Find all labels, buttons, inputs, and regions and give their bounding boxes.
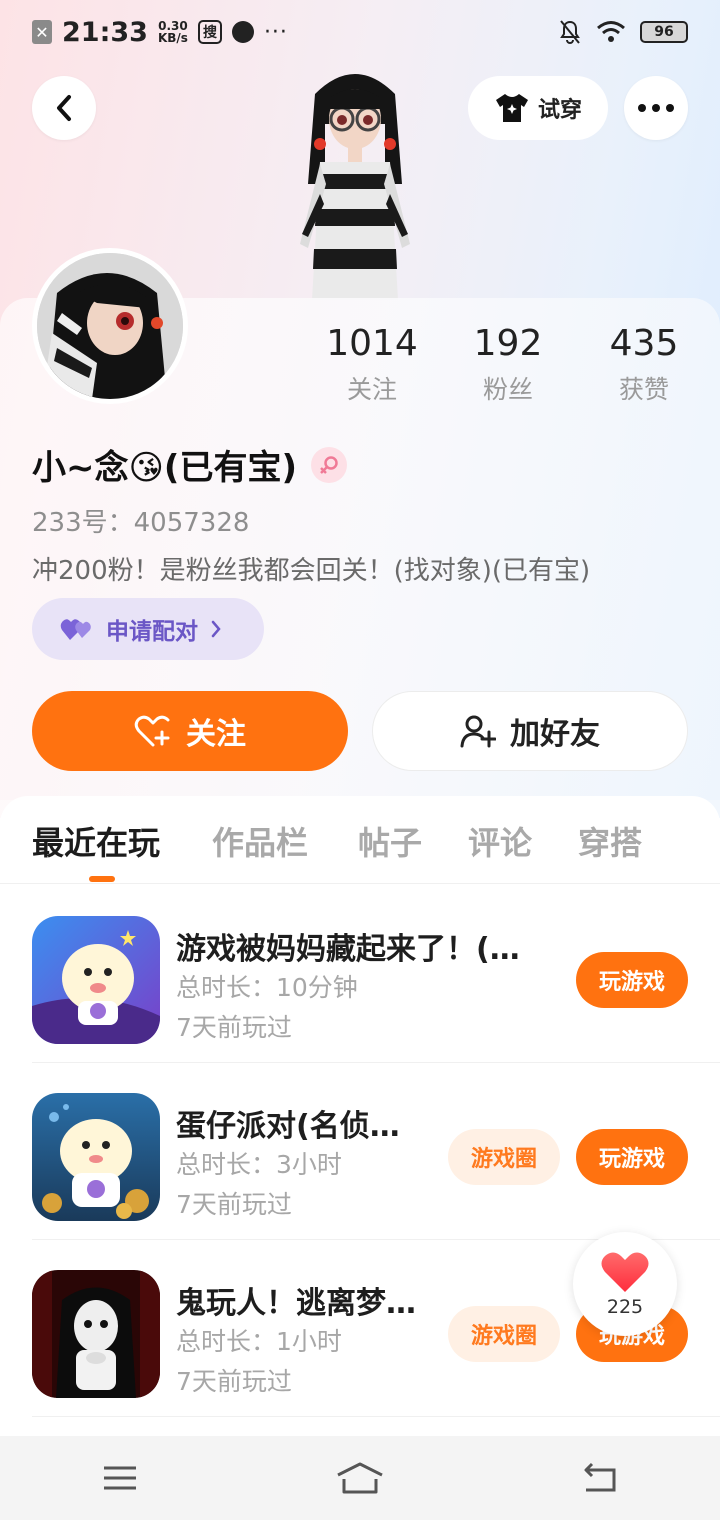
tshirt-icon (495, 94, 528, 122)
like-count: 225 (606, 1296, 644, 1318)
try-on-button[interactable]: 试穿 (468, 76, 608, 140)
divider (32, 1416, 720, 1417)
browser-app-icon (231, 21, 254, 43)
follow-label: 关注 (186, 717, 246, 752)
game-icon-3[interactable] (32, 1270, 160, 1398)
heart-icon (601, 1252, 649, 1292)
user-bio: 冲200粉！是粉丝我都会回关！(找对象)(已有宝) (32, 556, 591, 586)
content-panel: 最近在玩 作品栏 帖子 评论 穿搭 游戏被妈妈藏起来了！(… 总时长：10分钟 … (0, 796, 720, 1436)
stat-likes[interactable]: 435 获赞 (584, 322, 704, 406)
more-options-button[interactable] (624, 76, 688, 140)
status-bar: ✕ 21:33 0.30 KB/s 搜 ··· 96 (0, 0, 720, 64)
fans-label: 粉丝 (482, 375, 533, 404)
apply-pair-button[interactable]: 申请配对 (32, 598, 264, 660)
back-nav-button[interactable] (570, 1456, 630, 1500)
following-count: 1014 (326, 323, 418, 364)
active-tab-indicator (89, 876, 115, 882)
status-time: 21:33 (62, 16, 148, 48)
more-notifications-icon: ··· (263, 19, 288, 45)
list-item[interactable]: 蛋仔派对(名侦… 总时长：3小时 7天前玩过 游戏圈 玩游戏 (0, 1063, 720, 1240)
user-id: 233号：4057328 (32, 508, 250, 538)
floating-like-button[interactable]: 225 (573, 1232, 677, 1336)
heart-plus-icon (134, 715, 170, 747)
following-label: 关注 (346, 375, 397, 404)
menu-nav-button[interactable] (90, 1456, 150, 1500)
game-last-played: 7天前玩过 (176, 1013, 292, 1042)
user-plus-icon (460, 715, 496, 748)
nickname: 小~念😘(已有宝) (32, 448, 298, 488)
double-heart-icon (60, 619, 91, 640)
search-app-icon: 搜 (197, 20, 222, 44)
network-speed: 0.30 KB/s (157, 19, 188, 45)
try-on-label: 试穿 (537, 98, 582, 123)
chevron-right-icon (211, 620, 221, 638)
game-title: 蛋仔派对(名侦… (176, 1109, 400, 1144)
game-duration: 总时长：1小时 (176, 1327, 342, 1356)
tab-comments[interactable]: 评论 (468, 818, 532, 864)
system-navigation-bar (0, 1436, 720, 1520)
play-game-button[interactable]: 玩游戏 (576, 1129, 688, 1185)
more-dots-icon (638, 104, 674, 112)
nickname-row: 小~念😘(已有宝) (32, 440, 348, 489)
return-icon (584, 1462, 616, 1492)
tab-posts[interactable]: 帖子 (358, 818, 422, 864)
game-circle-button[interactable]: 游戏圈 (448, 1129, 560, 1185)
game-circle-button[interactable]: 游戏圈 (448, 1306, 560, 1362)
menu-icon (104, 1466, 136, 1490)
notification-x-icon: ✕ (32, 20, 52, 44)
apply-pair-label: 申请配对 (106, 619, 198, 645)
fans-count: 192 (473, 323, 543, 364)
likes-count: 435 (609, 323, 679, 364)
tab-works[interactable]: 作品栏 (212, 818, 308, 864)
game-icon-1[interactable] (32, 916, 160, 1044)
stat-following[interactable]: 1014 关注 (312, 322, 432, 406)
add-friend-button[interactable]: 加好友 (372, 691, 688, 771)
tab-bar: 最近在玩 作品栏 帖子 评论 穿搭 (0, 796, 720, 884)
game-duration: 总时长：3小时 (176, 1150, 342, 1179)
bell-muted-icon (560, 20, 580, 44)
likes-label: 获赞 (618, 375, 669, 404)
tab-outfits[interactable]: 穿搭 (578, 818, 642, 864)
game-last-played: 7天前玩过 (176, 1190, 292, 1219)
list-item[interactable]: 游戏被妈妈藏起来了！(… 总时长：10分钟 7天前玩过 玩游戏 (0, 886, 720, 1063)
wifi-icon (597, 21, 625, 42)
play-game-button[interactable]: 玩游戏 (576, 952, 688, 1008)
tab-recently-played[interactable]: 最近在玩 (32, 818, 160, 864)
game-icon-2[interactable] (32, 1093, 160, 1221)
add-friend-label: 加好友 (510, 717, 600, 752)
female-gender-icon (311, 446, 348, 483)
follow-button[interactable]: 关注 (32, 691, 348, 771)
game-duration: 总时长：10分钟 (176, 973, 358, 1002)
home-icon (337, 1462, 383, 1494)
stat-fans[interactable]: 192 粉丝 (448, 322, 568, 406)
avatar-image (37, 253, 183, 399)
home-nav-button[interactable] (330, 1456, 390, 1500)
battery-icon: 96 (640, 21, 688, 43)
back-button[interactable] (32, 76, 96, 140)
avatar-character-figure[interactable] (290, 64, 420, 300)
avatar[interactable] (32, 248, 188, 404)
game-last-played: 7天前玩过 (176, 1367, 292, 1396)
chevron-left-icon (57, 95, 71, 121)
game-title: 游戏被妈妈藏起来了！(… (176, 932, 520, 967)
game-title: 鬼玩人！逃离梦… (176, 1286, 416, 1321)
